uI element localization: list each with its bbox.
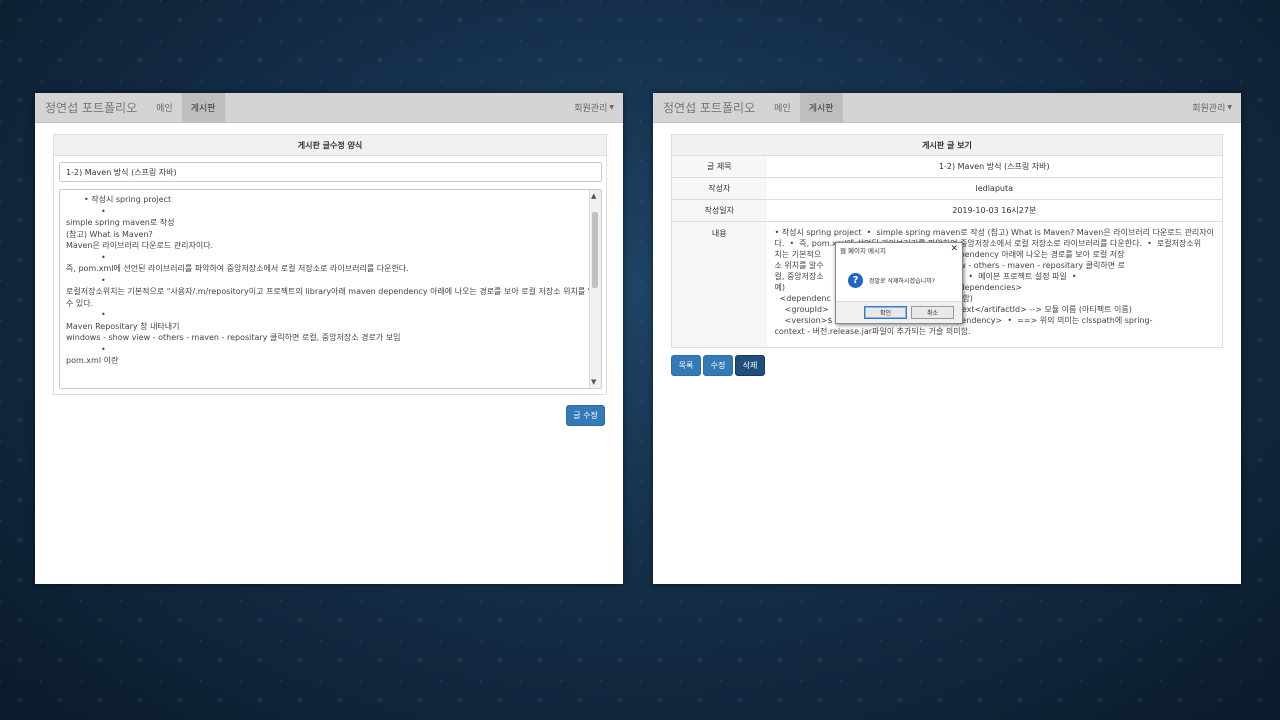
dialog-title: 웹 페이지 메시지 (840, 247, 886, 255)
nav-board[interactable]: 게시판 (799, 93, 843, 122)
content-line: • (101, 344, 106, 354)
content-line: 즉, pom.xml에 선언된 라이브러리를 파악하여 중앙저장소에서 로컬 저… (66, 264, 409, 273)
row-value: ledlaputa (766, 177, 1223, 200)
content-line: • (101, 252, 106, 262)
ok-button[interactable]: 확인 (864, 306, 907, 319)
content-line: simple spring maven로 작성 (66, 218, 175, 227)
member-menu-label: 회원관리 (574, 104, 608, 114)
nav-main[interactable]: 메인 (765, 93, 800, 122)
content-line: Maven Repositary 창 내타내기 (66, 321, 180, 331)
caret-down-icon: ▼ (609, 104, 614, 111)
dialog-body: ? 정말로 삭제하시겠습니까? (836, 258, 962, 302)
content-line: • (101, 310, 106, 319)
content-line: • 작성시 spring project (84, 195, 172, 204)
navbar: 정연섭 포트폴리오 메인 게시판 회원관리 ▼ (653, 93, 1241, 123)
question-icon: ? (848, 272, 863, 288)
content-line: • (101, 206, 106, 216)
scroll-down-icon[interactable]: ▼ (591, 378, 596, 386)
list-button[interactable]: 목록 (671, 355, 701, 376)
row-label: 작성일자 (671, 199, 767, 222)
member-menu-label: 회원관리 (1192, 104, 1226, 114)
close-icon[interactable]: ✕ (950, 244, 958, 254)
table-title: 게시판 글 보기 (671, 134, 1223, 156)
member-menu[interactable]: 회원관리 ▼ (1183, 93, 1241, 122)
form-title: 게시판 글수정 양식 (54, 135, 606, 156)
member-menu[interactable]: 회원관리 ▼ (565, 93, 623, 122)
cancel-button[interactable]: 취소 (911, 306, 954, 319)
delete-button[interactable]: 삭제 (735, 355, 765, 376)
caret-down-icon: ▼ (1227, 104, 1232, 111)
content-line: 수 있다. (66, 298, 94, 308)
content-text: • 작성시 spring project • simple spring maven… (60, 190, 596, 371)
content-line: windows - show view - others - maven - r… (66, 333, 401, 342)
view-page-window: 정연섭 포트폴리오 메인 게시판 회원관리 ▼ 게시판 글 보기 글 제목 1-2… (653, 93, 1241, 584)
content-line: context - 버전.release.jar파일이 추가되는 거슬 의미함. (774, 327, 971, 336)
content-line: • 작성시 spring project • simple spring mav… (774, 228, 1215, 237)
content-line: 로컬저장소위치는 기본적으로 "사용자/.m/repository이고 프로젝트… (66, 287, 596, 296)
content-line: (참고) What is Maven? (66, 229, 153, 239)
dialog-footer: 확인 취소 (836, 301, 962, 323)
nav-main[interactable]: 메인 (147, 93, 182, 122)
edit-button[interactable]: 수정 (703, 355, 733, 376)
scroll-thumb[interactable] (592, 212, 598, 288)
brand[interactable]: 정연섭 포트폴리오 (653, 93, 765, 122)
content-line: pom.xml 이란 (66, 356, 119, 365)
confirm-dialog: 웹 페이지 메시지 ✕ ? 정말로 삭제하시겠습니까? 확인 취소 (835, 242, 963, 324)
title-input[interactable]: 1-2) Maven 방식 (스프링 자바) (59, 162, 602, 182)
brand[interactable]: 정연섭 포트폴리오 (35, 93, 147, 122)
content-line: Maven은 라이브러리 다운로드 관리자이다. (66, 241, 214, 250)
dialog-message: 정말로 삭제하시겠습니까? (869, 277, 935, 285)
row-value: 2019-10-03 16시27분 (766, 199, 1223, 222)
row-label: 작성자 (671, 177, 767, 200)
table-row: 글 제목 1-2) Maven 방식 (스프링 자바) (671, 155, 1223, 178)
content-textarea[interactable]: • 작성시 spring project • simple spring maven… (59, 189, 602, 389)
submit-edit-button[interactable]: 글 수정 (566, 405, 605, 426)
edit-form: 게시판 글수정 양식 1-2) Maven 방식 (스프링 자바) • 작성시 … (53, 134, 607, 395)
row-label: 글 제목 (671, 155, 767, 178)
edit-page-window: 정연섭 포트폴리오 메인 게시판 회원관리 ▼ 게시판 글수정 양식 1-2) M… (35, 93, 623, 584)
nav-board[interactable]: 게시판 (181, 93, 225, 122)
row-value: 1-2) Maven 방식 (스프링 자바) (766, 155, 1223, 178)
table-row: 작성일자 2019-10-03 16시27분 (671, 199, 1223, 222)
scrollbar[interactable]: ▲ ▼ (589, 190, 601, 388)
table-row: 작성자 ledlaputa (671, 177, 1223, 200)
navbar: 정연섭 포트폴리오 메인 게시판 회원관리 ▼ (35, 93, 623, 123)
content-line: • (101, 275, 106, 285)
scroll-up-icon[interactable]: ▲ (591, 192, 596, 200)
content-label: 내용 (671, 221, 767, 348)
